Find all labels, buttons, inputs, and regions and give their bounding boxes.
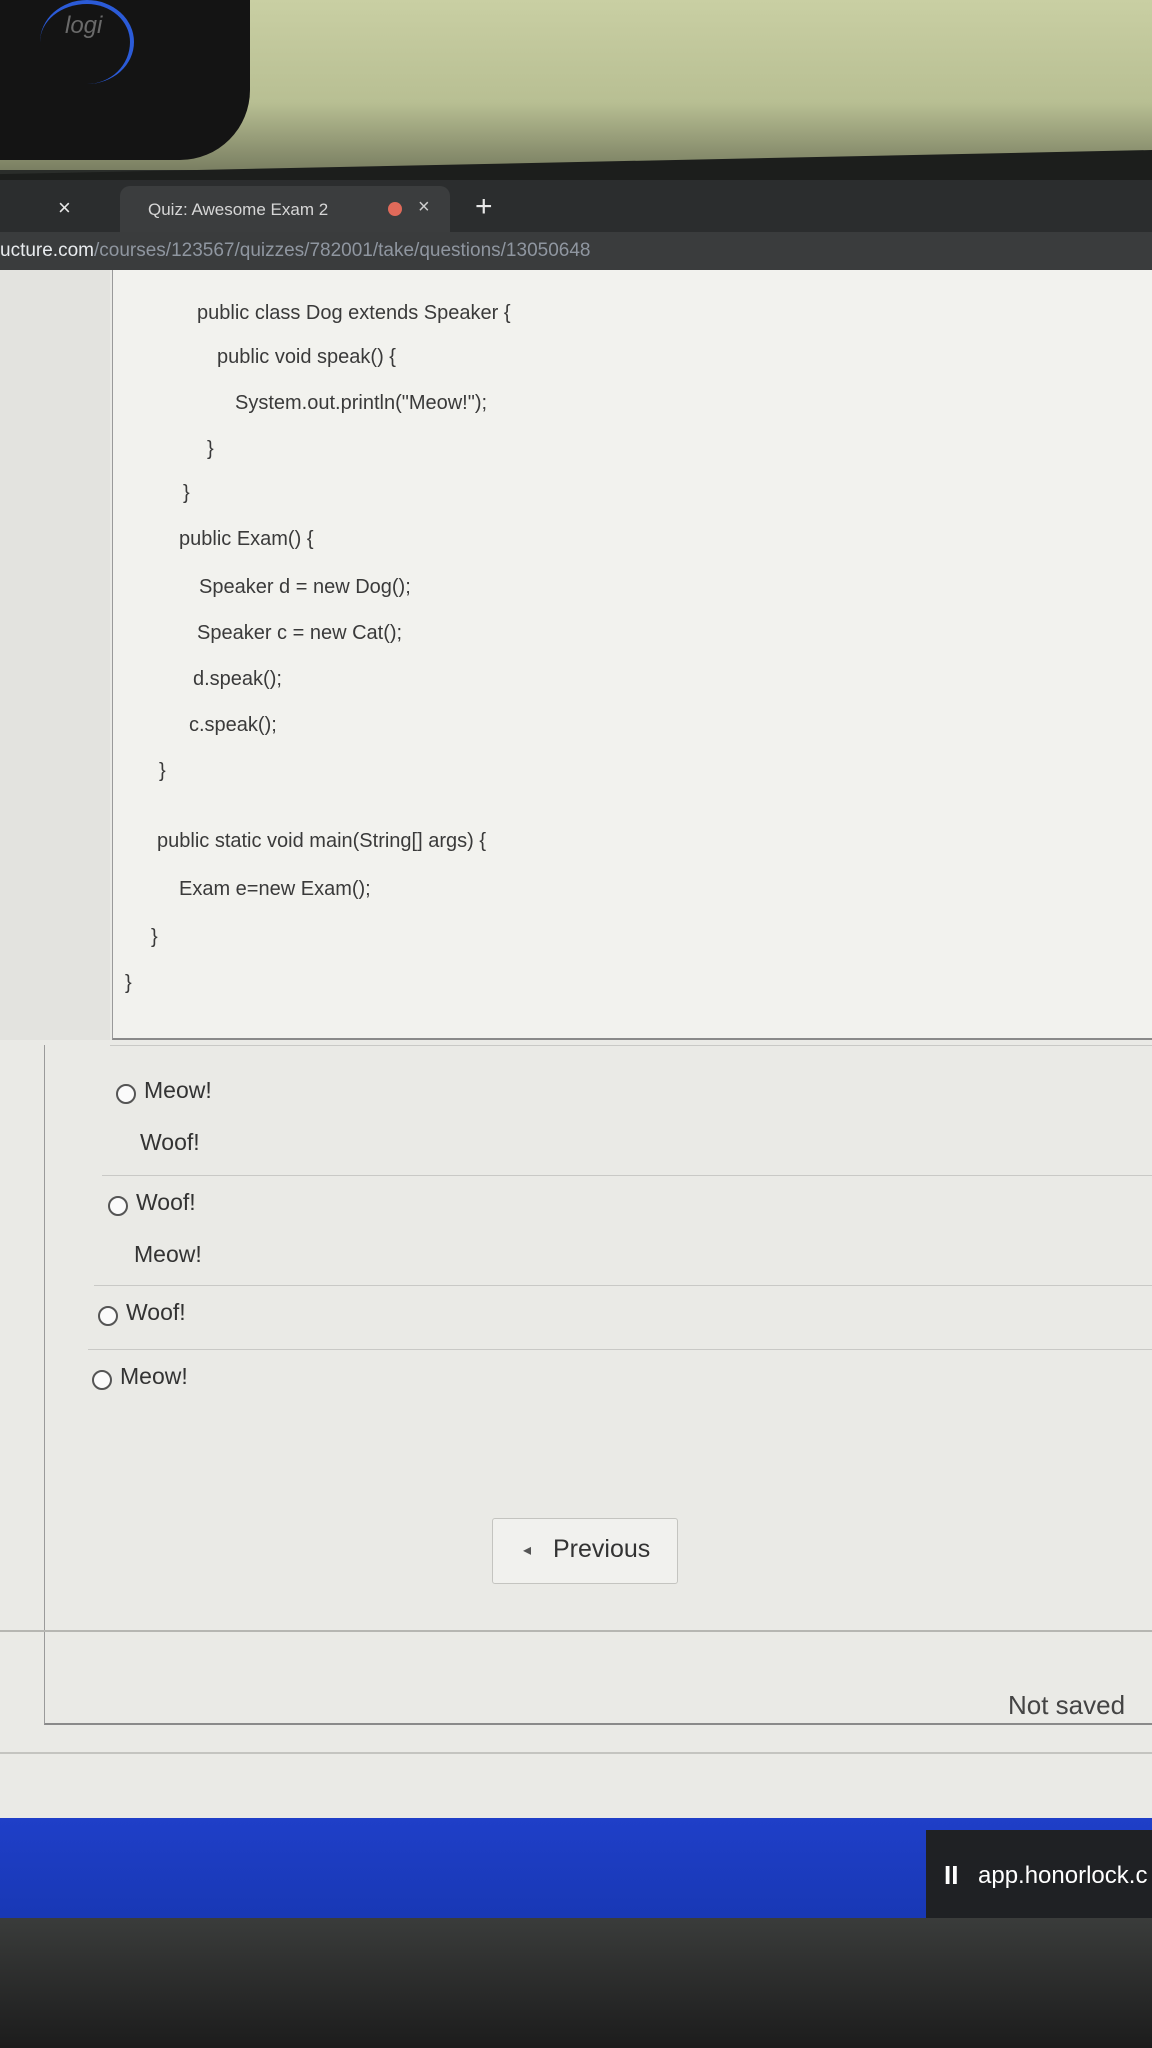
answer-options: Meow! Woof! Woof! Meow! Woof! Meow! <box>44 1045 1152 1725</box>
code-line: Speaker d = new Dog(); <box>199 576 411 598</box>
page-gutter <box>0 270 110 1040</box>
recording-indicator-icon <box>388 202 402 216</box>
webcam-brand: logi <box>65 12 103 39</box>
answer-line-1: Woof! <box>126 1299 186 1325</box>
divider <box>94 1285 1152 1286</box>
url-text: ucture.com/courses/123567/quizzes/782001… <box>0 240 590 262</box>
code-line: Speaker c = new Cat(); <box>197 622 403 644</box>
tab-quiz[interactable]: Quiz: Awesome Exam 2 × <box>120 186 450 234</box>
code-line: } <box>159 760 166 782</box>
new-tab-icon[interactable]: + <box>475 190 493 224</box>
code-line: } <box>125 972 132 994</box>
code-line: System.out.println("Meow!"); <box>235 392 488 414</box>
code-line: d.speak(); <box>193 668 282 690</box>
tab-close-icon[interactable]: × <box>418 196 430 219</box>
answer-line-2: Meow! <box>134 1241 202 1267</box>
answer-line-2: Woof! <box>140 1129 200 1155</box>
divider <box>0 1630 1152 1632</box>
answer-box <box>44 1045 1152 1725</box>
code-line: Exam e=new Exam(); <box>179 878 371 900</box>
answer-line-1: Meow! <box>120 1363 188 1389</box>
radio-button[interactable] <box>92 1370 112 1390</box>
tab-title: Quiz: Awesome Exam 2 <box>148 200 329 219</box>
code-line: } <box>183 482 190 504</box>
webcam: logi <box>0 0 250 160</box>
code-line: } <box>151 926 158 948</box>
honorlock-banner[interactable]: II app.honorlock.c <box>926 1830 1152 1922</box>
code-line: public Exam() { <box>179 528 314 550</box>
url-path: /courses/123567/quizzes/782001/take/ques… <box>93 240 591 261</box>
save-status: Not saved <box>1008 1690 1126 1720</box>
code-line: } <box>207 438 214 460</box>
divider <box>0 1752 1152 1754</box>
question-code-block: public class Dog extends Speaker { publi… <box>112 270 1152 1040</box>
monitor-bottom-bezel <box>0 1918 1152 2048</box>
quiz-page: public class Dog extends Speaker { publi… <box>0 270 1152 1830</box>
code-line: c.speak(); <box>189 714 277 736</box>
honorlock-url: app.honorlock.c <box>978 1862 1148 1889</box>
divider <box>88 1349 1152 1350</box>
radio-button[interactable] <box>108 1196 128 1216</box>
address-bar[interactable]: ucture.com/courses/123567/quizzes/782001… <box>0 232 1152 272</box>
divider <box>110 1045 1152 1046</box>
previous-button[interactable]: ◂ Previous <box>492 1518 678 1584</box>
url-host: ucture.com <box>0 240 94 261</box>
code-line: public static void main(String[] args) { <box>157 830 487 852</box>
radio-button[interactable] <box>116 1084 136 1104</box>
code-line: public class Dog extends Speaker { <box>197 302 511 324</box>
previous-label: Previous <box>553 1535 651 1563</box>
code-line: public void speak() { <box>217 346 396 368</box>
chevron-left-icon: ◂ <box>523 1542 532 1559</box>
answer-line-1: Meow! <box>144 1077 212 1103</box>
pause-icon[interactable]: II <box>944 1860 958 1891</box>
divider <box>102 1175 1152 1176</box>
close-tab-icon[interactable]: × <box>58 195 71 221</box>
radio-button[interactable] <box>98 1306 118 1326</box>
answer-line-1: Woof! <box>136 1189 196 1215</box>
